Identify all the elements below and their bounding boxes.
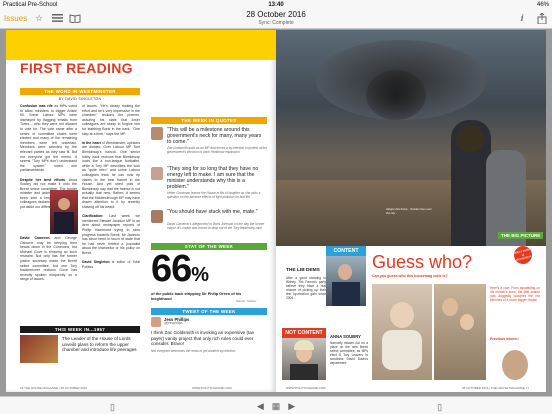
thumbnails-left-icon[interactable]: ▯ [110,402,115,412]
not-content-label: NOT CONTENT [282,328,326,338]
page-grid-icon[interactable]: ▦ [272,400,281,412]
tweet-footer: Not everyone welcomes the news of yet an… [151,349,236,353]
not-content-text: Narrowly misses out on a place on the ne… [330,341,368,365]
battery-level: 46% [536,1,549,8]
stat-value: 66% [151,248,209,291]
clock: 13:40 [268,1,284,8]
stat-number: 66 [151,248,192,290]
mp-photo [50,190,78,234]
tim-farron-photo [326,256,366,306]
stat-source: Source: YouGov [236,299,257,303]
open-book-icon[interactable] [69,13,81,24]
section-header-quotes: THE WEEK IN QUOTES [151,117,267,124]
page-title: FIRST READING [20,60,133,76]
article-lead: Confusion was rife [20,104,53,108]
reader-toolbar: Issues ☆ 28 October 2016 Sync: Complete … [0,9,552,29]
guess-who-title: Guess who? [372,252,473,272]
tweet-handle: @jessphillips [164,321,183,325]
info-icon[interactable]: i [516,13,528,24]
article-column-2: of issues. "He's clearly making the effo… [82,104,140,269]
win-badge: WIN a bottle of champagne [511,243,535,267]
quote-1-attribution: Zac Goldsmith quits as an MP and forces … [167,146,267,154]
status-bar: Practical Pre-School 13:40 46% [0,0,552,9]
avatar [151,317,161,327]
byline: BY DAVID SINGLETON [58,97,102,101]
right-page: Aleppo hits home - Smoke rises over the … [276,30,546,392]
share-icon[interactable] [536,12,548,25]
guess-who-baby-photo [372,284,432,380]
lords-chamber-photo [20,335,58,363]
quote-2: "They sing for so long that they have no… [167,166,259,190]
previous-answer-photo [502,350,528,380]
footer-left: WWW.POLITICSHOME.COM [286,386,326,390]
avatar [151,210,163,223]
quote-3-attribution: David Cameron's alleged text to Boris Jo… [167,222,265,230]
footer-left: 16 THE HOUSE MAGAZINE | 28 OCTOBER 2016 [20,386,88,390]
big-picture-label: THE BIG PICTURE [498,232,544,239]
photo-caption: Aleppo hits home - Smoke rises over the … [386,207,432,215]
footer-right: 28 OCTOBER 2016 | THE HOUSE MAGAZINE 17 [462,386,530,390]
avatar [151,127,163,140]
not-content-name: ANNA SOUBRY [330,334,361,339]
quote-3: "You should have stuck with me, mate." [167,209,258,215]
previous-winner-label: Previous winner: [490,337,519,341]
quote-1: "This will be a milestone around this go… [167,127,262,145]
footer-right: WWW.POLITICSHOME.COM [192,386,232,390]
next-page-icon[interactable]: ▶ [288,400,295,412]
thumbnails-right-icon[interactable]: ▯ [437,402,442,412]
this-week-caption: The Leader of the House of Lords unveils… [62,336,137,353]
star-icon[interactable]: ☆ [33,13,45,24]
issues-button[interactable]: Issues [4,14,27,23]
section-header-westminster: THE WORD IN WESTMINSTER [20,88,140,95]
list-icon[interactable] [51,13,63,24]
issue-date: 28 October 2016 [246,9,306,19]
page-nav-bar: ▯ ◀ ▦ ▶ ▯ [0,396,552,414]
sync-status: Sync: Complete [258,19,294,26]
content-text: After a good showing in Witney, Tim Farr… [286,276,326,300]
avatar [151,167,163,180]
content-label: CONTENT [326,246,366,256]
quote-2-attribution: Helen Goodman leaves the House in fits o… [167,191,261,199]
carrier-label: Practical Pre-School [3,1,58,8]
magazine-spread[interactable]: FIRST READING THE WORD IN WESTMINSTER BY… [6,30,546,392]
header-band [6,30,276,60]
guess-who-subtitle: Can you guess who this housemag cutie is… [372,274,448,278]
guess-who-clue: Here's a clue: From squabbling on his mo… [490,286,540,302]
left-page: FIRST READING THE WORD IN WESTMINSTER BY… [6,30,276,392]
stat-unit: % [191,264,209,286]
content-name: THE LIB DEMS [286,268,320,273]
reader-app: Practical Pre-School 13:40 46% Issues ☆ … [0,0,552,414]
section-header-tweet: TWEET OF THE WEEK [151,308,267,315]
section-header-this-week: THIS WEEK IN...1957 [20,326,140,333]
anna-soubry-photo [282,338,326,380]
previous-page-icon[interactable]: ◀ [257,400,264,412]
tweet-text: I think Zac Goldsmith is invoking an exp… [151,330,255,347]
article-column-1b: David Cameron and George Osborne may be … [20,236,77,282]
guess-who-family-photo [434,284,486,380]
